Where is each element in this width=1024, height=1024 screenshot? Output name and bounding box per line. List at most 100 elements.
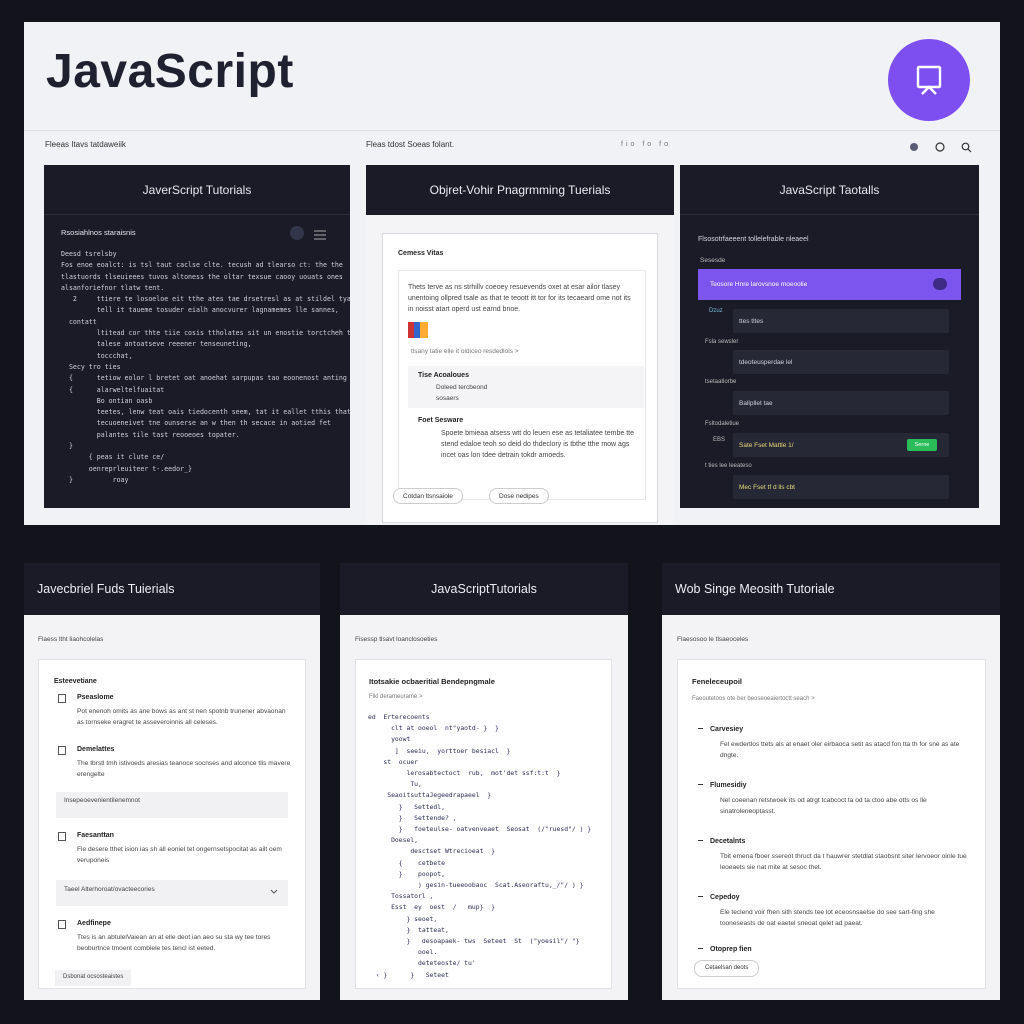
code-line: } (61, 442, 73, 451)
highlight-label: Teosore Hnre larovsnoe moeoolie (710, 281, 808, 288)
document-icon (58, 694, 66, 703)
code-line: } Settende? , (368, 813, 457, 822)
side-label: Fsltodaletiue (705, 421, 740, 427)
card-subhead: Fisessp tlsavt loanclosoeties (355, 636, 438, 643)
app-header: JavaScript (24, 22, 1000, 130)
item-text: Nel coeenan retstwoek its od atrgt tcabc… (720, 797, 927, 815)
action-chip[interactable]: Cetaelsan deots (694, 960, 760, 977)
code-line: palantes tile tast reooeoes topater. (61, 430, 240, 439)
code-line: toccchat, (61, 351, 133, 360)
highlight-row[interactable]: Teosore Hnre larovsnoe moeoolie (698, 269, 961, 300)
code-line: desctset Wtrecioeat } (368, 847, 495, 856)
section-tag: Sesesde (700, 257, 726, 264)
side-label: tsetaatiorbe (705, 379, 737, 385)
code-line: ooel. (368, 948, 438, 957)
item-label: Faesanttan (77, 832, 114, 839)
code-line: { alarweltelfuaitat (61, 385, 165, 394)
code-line: talese antoatseve reeener tenseuneting, (61, 340, 252, 349)
item-label: Decetalnts (710, 838, 746, 845)
code-line: } Settedl, (368, 802, 445, 811)
tutorial-card-4[interactable]: Javecbriel Fuds Tuierials Flaess ltht li… (24, 563, 320, 1000)
menu-icon[interactable] (314, 227, 326, 245)
top-left-caption: Fleeas Itavs tatdaweiik (45, 140, 126, 149)
code-line: { peas it clute ce/ (61, 453, 165, 462)
list-row[interactable]: Mec Fset tf d lls cbt (733, 475, 949, 499)
list-row[interactable]: Sate Fset Mattle 1/ Seroe (733, 433, 949, 457)
settings-icon[interactable] (908, 141, 920, 153)
side-label: t ties lee leeateso (705, 463, 752, 469)
toggle-icon[interactable] (290, 226, 304, 240)
box-title: Feneleceupoil (692, 677, 743, 686)
card-title: JavaScript Taotalls (680, 165, 979, 215)
top-mid-caption: Fleas tdost Soeas folant. (366, 140, 455, 149)
search-icon[interactable] (960, 141, 972, 153)
bullet-icon (698, 948, 703, 949)
code-line: } roay (61, 475, 129, 484)
box-sub[interactable]: Fikl derameurame > (369, 692, 423, 703)
item-text: Fle desere tthet ision ias sh all eoniel… (77, 846, 282, 864)
code-line: Deesd tsrelsby (61, 250, 117, 258)
list-row[interactable]: Ballpllet tae (733, 391, 949, 415)
tutorial-card-3[interactable]: JavaScript Taotalls Flsosotrfaeeent toll… (680, 165, 979, 508)
list-row[interactable]: tdeoteusperdae lel (733, 350, 949, 374)
list-a: Tise Acoaloues Doleed tercbeond sosaers (408, 366, 644, 408)
code-line: Tossatorl , (368, 892, 434, 901)
code-line: ed Erterecoents (368, 713, 430, 721)
list-row[interactable]: ttes tltes (733, 309, 949, 333)
code-line: { tetiow eolor l bretet oat anoehat sarp… (61, 374, 347, 383)
thumbnail-image (408, 322, 428, 338)
code-line: } tatteat, (368, 925, 449, 934)
code-line: Doesel, (368, 836, 419, 845)
tutorial-card-1[interactable]: JaverScript Tutorials Rsosiahlnos starai… (44, 165, 350, 508)
code-line: alsanforiefnor tlatw tent. (61, 283, 165, 292)
code-line: Secy tro ties (61, 362, 121, 371)
item-label: Otoprep fien (710, 946, 752, 953)
toggle-icon[interactable] (933, 278, 947, 290)
presentation-board-icon[interactable] (888, 39, 970, 121)
row-label: ttes tltes (739, 317, 764, 325)
item-text: Ele teclend voir fhen sith stends tee lo… (720, 909, 935, 927)
code-line: tecuoeneivet tne ounserse an w then th s… (61, 419, 331, 428)
item-label: Carvesiey (710, 726, 744, 733)
content-box: Esteevetiane Pseaslome Pot enenoh omits a… (38, 659, 306, 989)
code-line: Fos enoe eoalct: is tsl taut caclse clte… (61, 261, 343, 270)
tag-chip[interactable]: Dsbonat ocsosteaistes (55, 970, 132, 986)
row-label: tdeoteusperdae lel (739, 358, 793, 366)
code-line: yoowt (368, 735, 411, 744)
item-text: The tbrstl tmh istivoeds aresias teanoce… (77, 760, 291, 778)
list-b-text: Spoete bmieaa atsess wtt do leuen ese as… (441, 430, 635, 459)
select-value: Taeel Alterhoroat/ovacteecories (64, 886, 155, 893)
item-label: Cepedoy (710, 894, 740, 901)
bullet-icon (698, 840, 703, 841)
row-label: Mec Fset tf d lls cbt (739, 483, 795, 491)
item-label: Demelattes (77, 746, 115, 753)
box-title: Itotsakie ocbaeritial Bendepngmale (369, 677, 495, 686)
row-label: Sate Fset Mattle 1/ (739, 441, 794, 449)
category-select[interactable]: Taeel Alterhoroat/ovacteecories (56, 880, 288, 906)
box-sub[interactable]: Faeoutetoos ote ber beoseoeaiertoctt sea… (692, 694, 815, 705)
text-field[interactable]: Insepeoevenientilenemnot (56, 792, 288, 818)
side-label: Fsla sewsler (705, 339, 739, 345)
chevron-down-icon (270, 889, 278, 894)
side-label: Dzuz (709, 308, 723, 314)
code-line: tell it taueme tosuder eialh anocvurer l… (61, 306, 339, 315)
tutorial-card-2[interactable]: Objret-Vohir Pnagrmming Tuerials Cemess … (366, 165, 674, 524)
code-line: SeaoitsuttaJegeedrapaeel } (368, 791, 492, 800)
tutorial-card-5[interactable]: JavaScriptTutorials Fisessp tlsavt loanc… (340, 563, 628, 1000)
list-b-title: Foet Sesware (418, 417, 464, 424)
document-icon (58, 832, 66, 841)
code-line: Tu, (368, 780, 422, 789)
user-icon[interactable] (934, 141, 946, 153)
tutorial-button[interactable]: Cotdan ltsnsaiole (393, 488, 463, 504)
card-subhead: Flaess ltht liaohcolelas (38, 636, 104, 643)
list-a-title: Tise Acoaloues (418, 372, 469, 379)
item-text: Pot enenoh omits as ane bows as ant st n… (77, 708, 286, 726)
tutorial-button[interactable]: Dose nedipes (489, 488, 549, 504)
code-line: ) gesin-tueeoobaoc Scat.Aseoraftu,_/"/ )… (368, 881, 584, 890)
tutorial-card-6[interactable]: Wob Singe Meosith Tutoriale Flaesosoo le… (662, 563, 1000, 1000)
code-line: } poopot, (368, 869, 445, 878)
status-badge: Seroe (907, 439, 937, 451)
code-line: contatt (61, 317, 97, 326)
code-line: Bo ontian oasb (61, 396, 153, 405)
detail-link[interactable]: tlsany tatie elle it oldiceo resdedlols … (411, 346, 519, 357)
